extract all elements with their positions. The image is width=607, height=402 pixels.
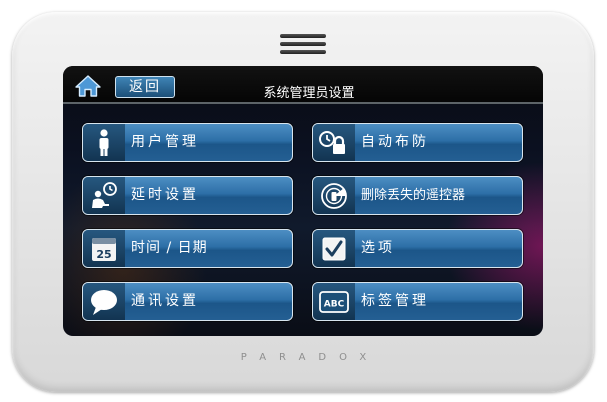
touch-screen: 返回 系统管理员设置 用户管理 自动布防 延时设置 删除丢失的遥控器 25 时间… [63,66,543,336]
remote-radar-icon [313,177,355,214]
menu-button-label: 自动布防 [361,134,429,150]
menu-button-delete-lost-remote[interactable]: 删除丢失的遥控器 [312,176,523,215]
menu-button-label: 时间 / 日期 [131,240,208,256]
menu-button-label: 延时设置 [131,187,199,203]
auto-arm-clock-lock-icon [313,124,355,161]
abc-label-icon: ABC [313,283,355,320]
speaker-grille [280,34,326,60]
checkbox-icon [313,230,355,267]
menu-button-label: 选项 [361,240,395,256]
menu-button-label: 删除丢失的遥控器 [361,188,466,203]
user-icon [83,124,125,161]
top-bar: 返回 系统管理员设置 [63,66,543,104]
calendar-day-text: 25 [96,248,111,261]
brand-logo: PARADOX [240,352,380,363]
abc-icon-text: ABC [324,299,345,309]
menu-button-options[interactable]: 选项 [312,229,523,268]
menu-button-label: 标签管理 [361,293,429,309]
menu-button-time-date[interactable]: 25 时间 / 日期 [82,229,293,268]
menu-button-label-management[interactable]: ABC 标签管理 [312,282,523,321]
page-title: 系统管理员设置 [263,86,355,101]
menu-button-label: 用户管理 [131,134,199,150]
menu-button-auto-arm[interactable]: 自动布防 [312,123,523,162]
menu-button-communication-settings[interactable]: 通讯设置 [82,282,293,321]
menu-button-label: 通讯设置 [131,293,199,309]
menu-button-delay-settings[interactable]: 延时设置 [82,176,293,215]
delay-user-clock-icon [83,177,125,214]
speech-bubble-icon [83,283,125,320]
menu-button-user-management[interactable]: 用户管理 [82,123,293,162]
calendar-icon: 25 [83,230,125,267]
